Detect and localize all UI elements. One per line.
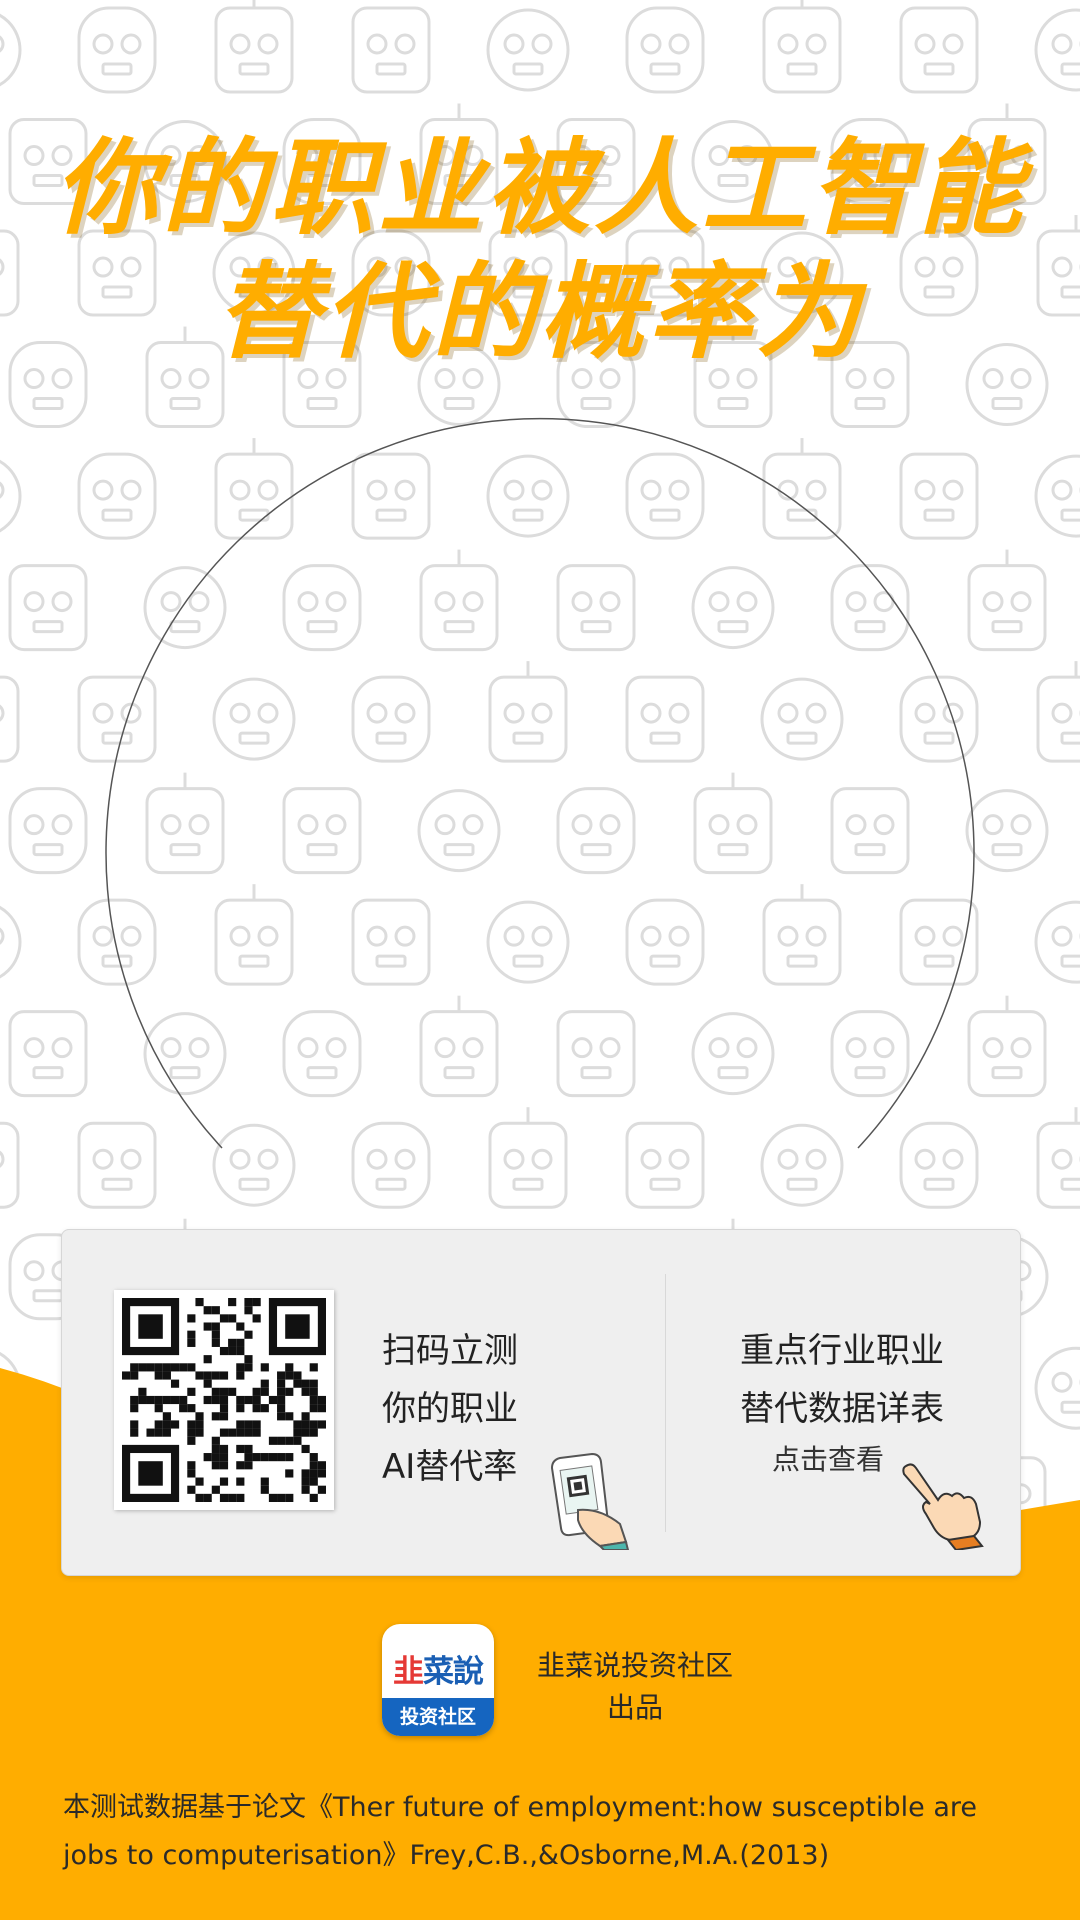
source-footnote: 本测试数据基于论文《Ther future of employment:how … [63,1792,978,1871]
logo-wordmark: 韭菜說 [393,1654,484,1690]
industry-line-1: 重点行业职业 [740,1331,944,1371]
action-card: 扫码立测 你的职业 AI替代率 重点行业职业 替代数据详表 点击查看 [61,1229,1021,1576]
qr-code[interactable] [114,1290,334,1510]
phone-scan-icon [530,1450,630,1554]
scan-line-3: AI替代率 [382,1447,518,1487]
industry-data-link[interactable]: 重点行业职业 替代数据详表 [712,1322,972,1438]
logo-subtitle: 投资社区 [382,1698,494,1736]
brand-produced: 出品 [606,1691,663,1724]
brand-name: 韭菜说投资社区 [536,1649,733,1682]
card-divider [665,1274,666,1532]
brand-credit: 韭菜说投资社区 出品 [520,1645,750,1729]
page-title-line2: 替代的概率为 [215,251,864,373]
click-to-view-link[interactable]: 点击查看 [772,1438,884,1478]
pointing-hand-icon [900,1460,990,1554]
industry-line-2: 替代数据详表 [740,1389,944,1429]
scan-instructions: 扫码立测 你的职业 AI替代率 [382,1322,518,1496]
app-logo[interactable]: 韭菜說 投资社区 [382,1624,494,1736]
scan-line-2: 你的职业 [382,1389,518,1429]
scan-line-1: 扫码立测 [382,1331,518,1371]
page-title-line1: 你的职业被人工智能 [53,127,1026,249]
